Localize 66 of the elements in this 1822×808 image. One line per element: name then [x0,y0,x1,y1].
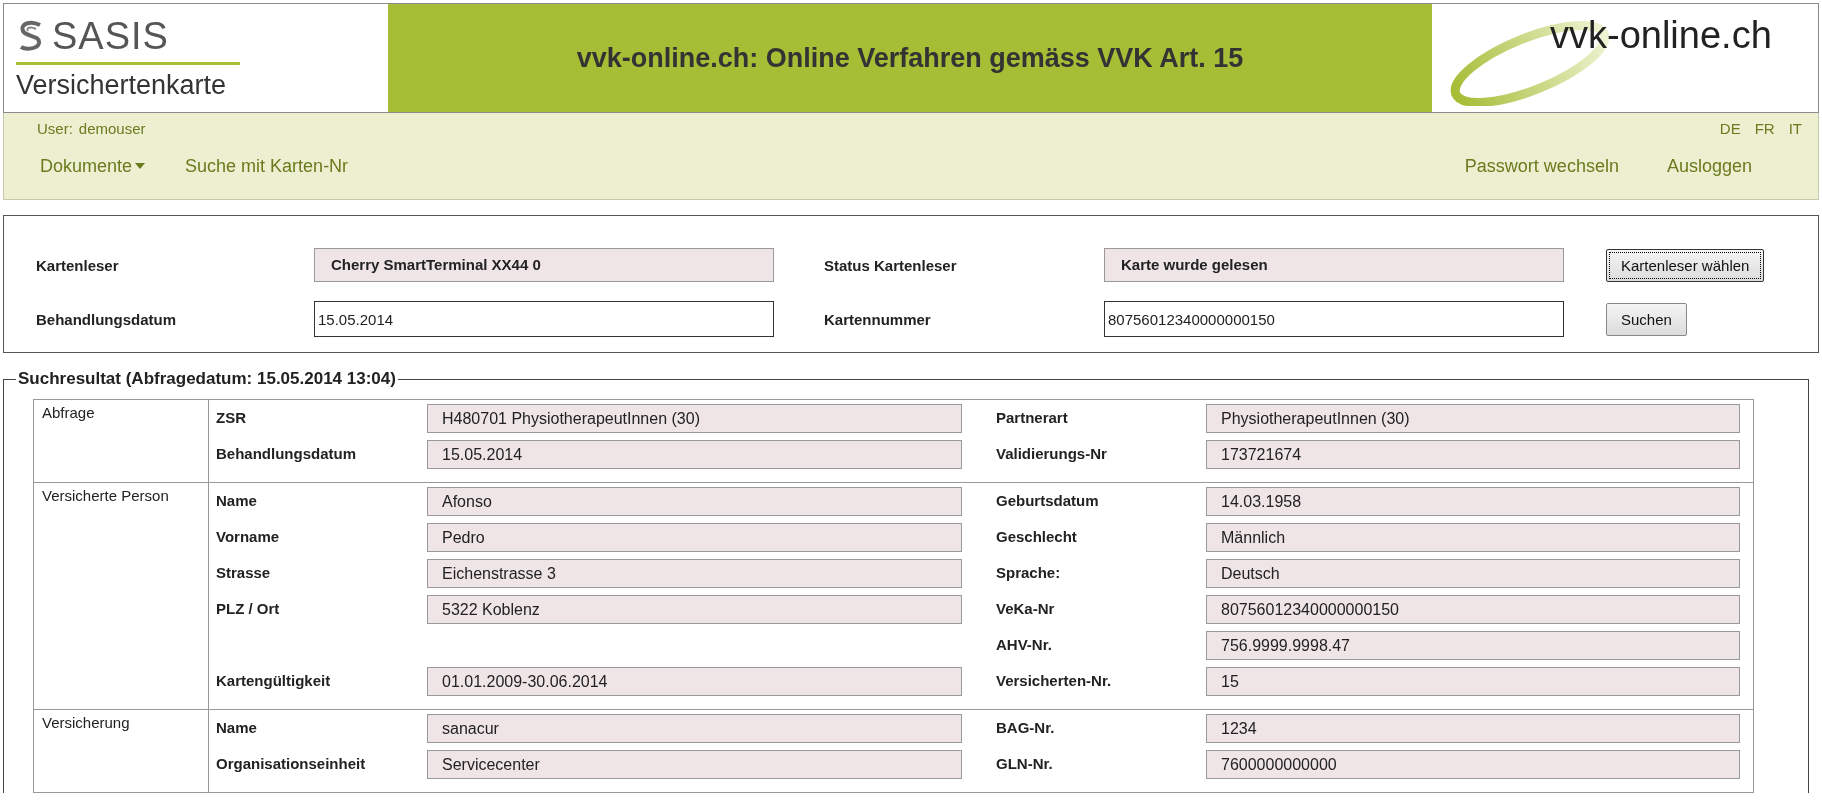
readonly-field: 5322 Koblenz [427,595,962,624]
readonly-field: sanacur [427,714,962,743]
readonly-field: Servicecenter [427,750,962,779]
readonly-field: 15.05.2014 [427,440,962,469]
field-label: ZSR [216,408,247,426]
readonly-field: Männlich [1206,523,1740,552]
nav-link[interactable]: Suche mit Karten-Nr [185,155,349,177]
field-label: Name [216,718,258,736]
field-label: Partnerart [996,408,1069,426]
field-label: Geschlecht [996,527,1078,545]
brand-text: vvk-online.ch [1550,14,1772,57]
field-label: Organisationseinheit [216,754,367,772]
category-cell: Versicherte Person [34,483,209,709]
username: demouser [78,119,146,137]
readonly-field: 80756012340000000150 [1206,595,1740,624]
field-label: Kartengültigkeit [216,671,332,689]
readonly-field: Pedro [427,523,962,552]
page-title: vvk-online.ch: Online Verfahren gemäss VVK Art. 15 [576,42,1244,74]
readonly-field: Afonso [427,487,962,516]
caret-icon [135,163,146,169]
field-label: BAG-Nr. [996,718,1056,736]
field-label: Versicherten-Nr. [996,671,1113,689]
readonly-field: 14.03.1958 [1206,487,1740,516]
field-label: Name [216,491,258,509]
action-button[interactable]: Suchen [1606,302,1687,336]
readonly-field: H480701 PhysiotherapeutInnen (30) [427,404,962,433]
readonly-field: PhysiotherapeutInnen (30) [1206,404,1740,433]
readonly-field: 1234 [1206,714,1740,743]
language-link[interactable]: DE [1719,119,1741,137]
field-label: Strasse [216,563,272,581]
field-label: Sprache: [996,563,1062,581]
language-link[interactable]: FR [1754,119,1775,137]
field-label: Behandlungsdatum [216,444,357,462]
readonly-field: Deutsch [1206,559,1740,588]
field-label: GLN-Nr. [996,754,1054,772]
category-cell: Abfrage [34,400,209,482]
readonly-field: 01.01.2009-30.06.2014 [427,667,962,696]
logo-text: SASIS [52,16,169,56]
nav-link[interactable]: Ausloggen [1666,155,1752,177]
field-label: Geburtsdatum [996,491,1100,509]
field-label: VeKa-Nr [996,599,1056,617]
readonly-field: Eichenstrasse 3 [427,559,962,588]
field-label: Kartenleser [36,256,120,274]
field-label: AHV-Nr. [996,635,1053,653]
dropdown-menu[interactable]: Dokumente [40,155,146,177]
field-label: Behandlungsdatum [36,310,177,328]
category-cell: Versicherung [34,710,209,792]
field-label: Status Kartenleser [824,256,958,274]
logo-subtitle: Versichertenkarte [16,69,228,101]
nav-link[interactable]: Passwort wechseln [1464,155,1619,177]
text-field[interactable]: 15.05.2014 [314,301,774,337]
action-button[interactable]: Kartenleser wählen [1606,248,1765,282]
field-label: Kartennummer [824,310,932,328]
language-link[interactable]: IT [1788,119,1802,137]
readonly-field: Karte wurde gelesen [1104,248,1564,282]
readonly-field: Cherry SmartTerminal XX44 0 [314,248,774,282]
result-legend: Suchresultat (Abfragedatum: 15.05.2014 13:04) [16,369,398,389]
readonly-field: 173721674 [1206,440,1740,469]
readonly-field: 756.9999.9998.47 [1206,631,1740,660]
text-field[interactable]: 80756012340000000150 [1104,301,1564,337]
readonly-field: 7600000000000 [1206,750,1740,779]
field-label: Validierungs-Nr [996,444,1108,462]
field-label: Vorname [216,527,281,545]
user-label: User: [37,119,73,137]
field-label: PLZ / Ort [216,599,281,617]
readonly-field: 15 [1206,667,1740,696]
